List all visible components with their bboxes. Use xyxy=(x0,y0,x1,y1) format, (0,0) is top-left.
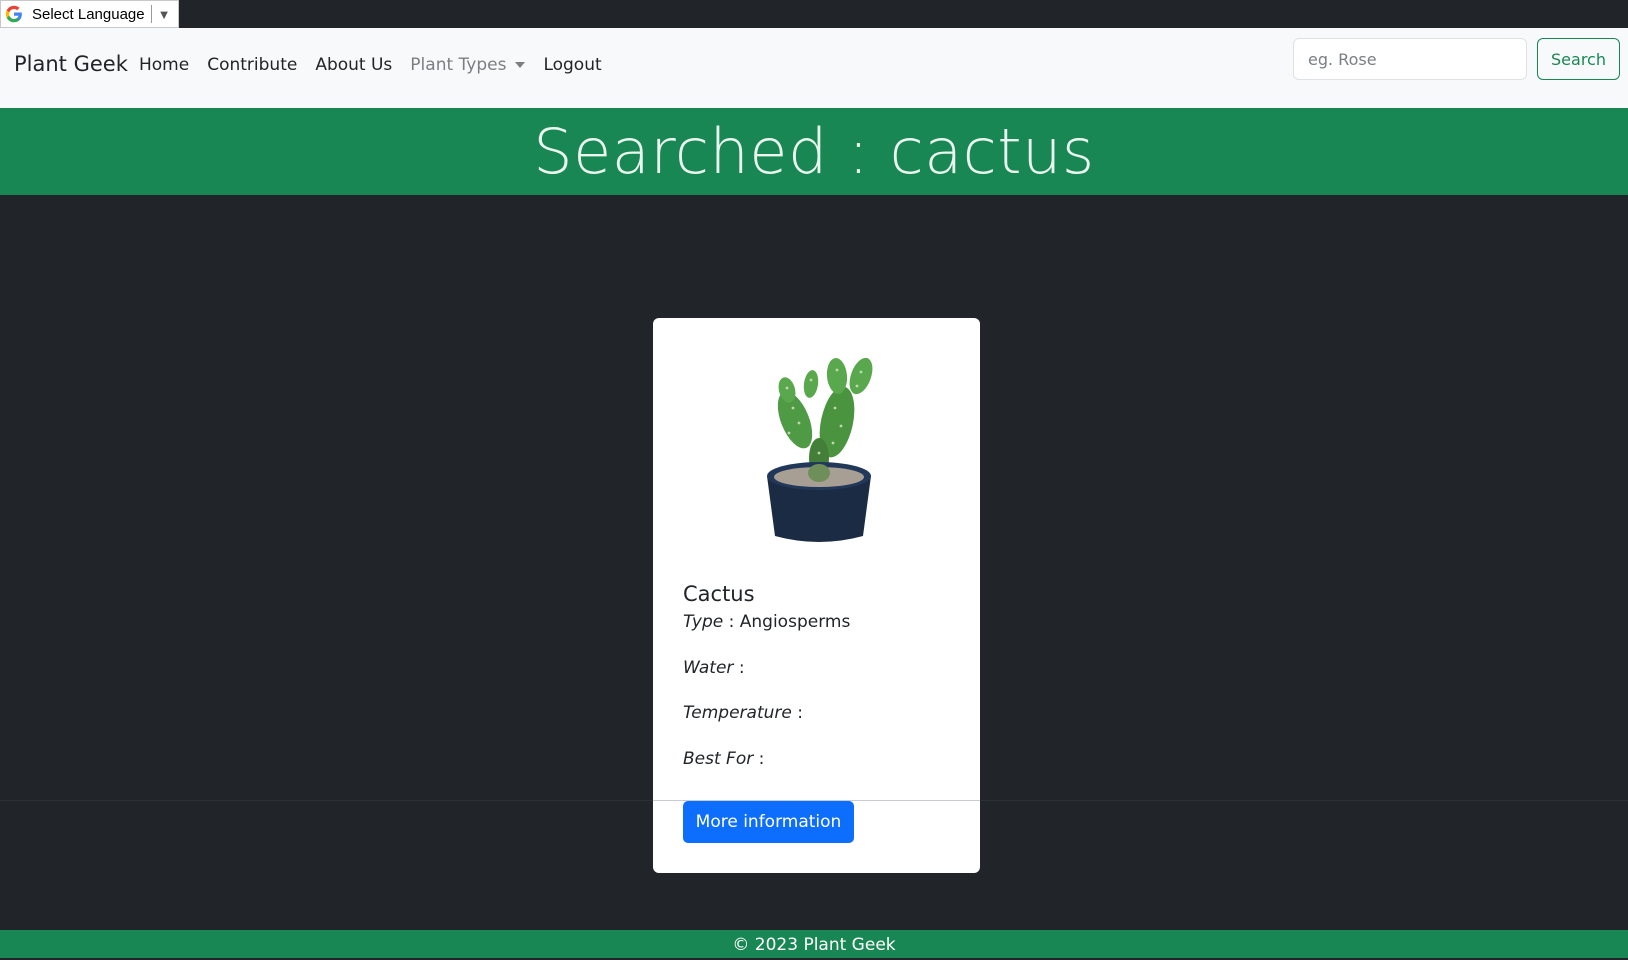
card-body: Cactus Type : Angiosperms Water : Temper… xyxy=(683,582,953,794)
dropdown-arrow-icon[interactable]: ▼ xyxy=(158,7,171,22)
nav-home[interactable]: Home xyxy=(139,55,189,75)
nav-plant-types-dropdown[interactable]: Plant Types xyxy=(410,55,526,75)
divider xyxy=(150,5,152,23)
attribute-water: Water : xyxy=(683,657,745,678)
select-language-label: Select Language xyxy=(32,5,145,23)
plant-card: Cactus Type : Angiosperms Water : Temper… xyxy=(653,318,980,873)
nav-contribute[interactable]: Contribute xyxy=(207,55,297,75)
caret-down-icon xyxy=(515,62,526,68)
footer: © 2023 Plant Geek xyxy=(0,930,1628,958)
attribute-best-for: Best For : xyxy=(683,748,765,769)
attribute-type: Type : Angiosperms xyxy=(683,612,851,632)
nav-about-us[interactable]: About Us xyxy=(315,55,392,75)
navbar: Plant Geek Home Contribute About Us Plan… xyxy=(0,28,1628,108)
nav-logout[interactable]: Logout xyxy=(543,55,601,75)
plant-types-label: Plant Types xyxy=(410,55,507,75)
potted-cactus-image xyxy=(749,348,889,548)
search-results-banner: Searched : cactus xyxy=(0,108,1628,195)
more-information-button[interactable]: More information xyxy=(683,801,854,843)
attribute-label: Type xyxy=(683,612,724,632)
nav-links: Home Contribute About Us Plant Types Log… xyxy=(139,55,620,75)
google-g-icon xyxy=(5,4,25,24)
card-title: Cactus xyxy=(683,582,755,606)
page-title: Searched : cactus xyxy=(533,115,1095,188)
search-input[interactable] xyxy=(1293,38,1527,80)
attribute-label: Best For xyxy=(683,748,754,769)
translate-bar: Select Language ▼ xyxy=(0,0,1628,28)
attribute-temperature: Temperature : xyxy=(683,703,803,724)
attribute-value: Angiosperms xyxy=(739,612,851,632)
footer-copyright: © 2023 Plant Geek xyxy=(732,935,896,955)
attribute-label: Temperature xyxy=(683,703,792,724)
language-select[interactable]: Select Language ▼ xyxy=(0,0,179,28)
brand-link[interactable]: Plant Geek xyxy=(14,52,128,76)
search-button[interactable]: Search xyxy=(1537,38,1620,80)
attribute-label: Water xyxy=(683,657,734,678)
